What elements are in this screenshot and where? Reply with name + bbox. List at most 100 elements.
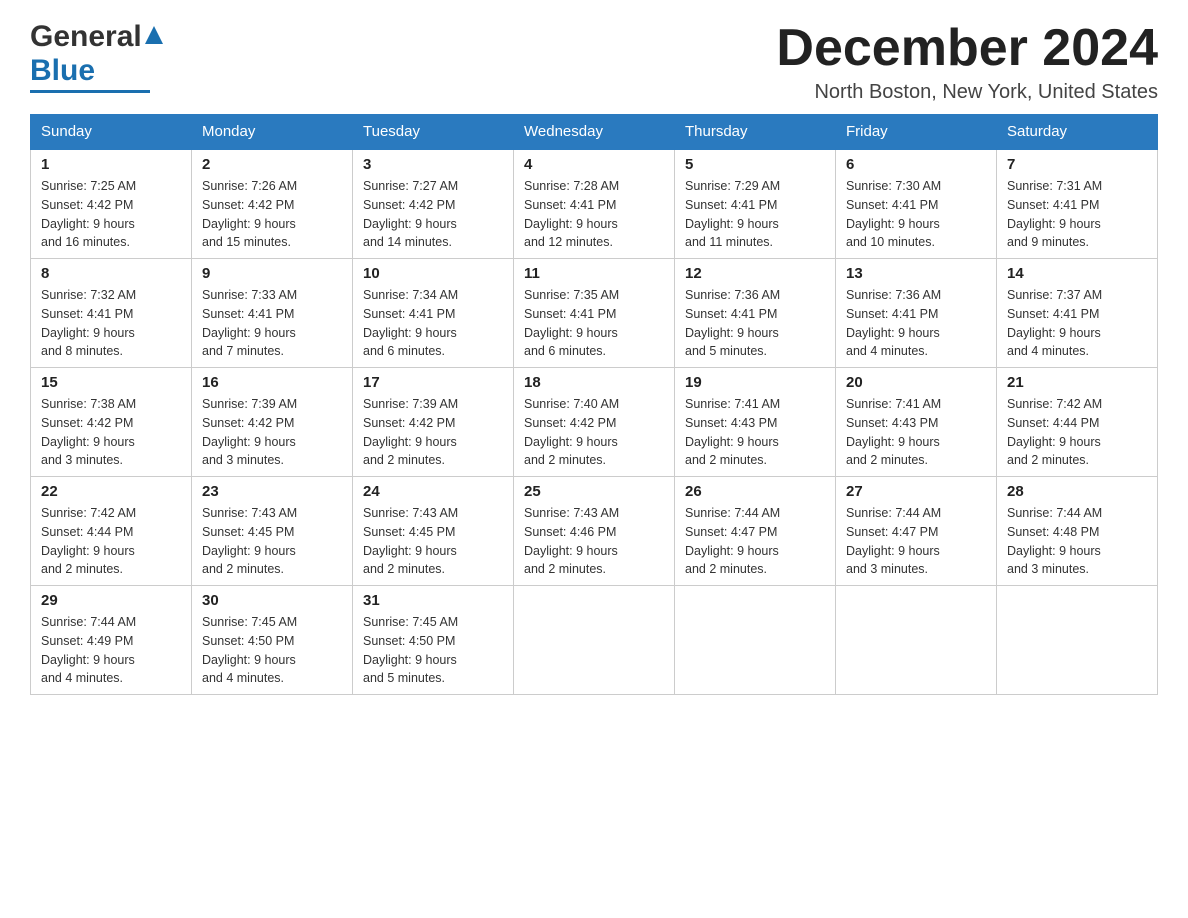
- day-info: Sunrise: 7:39 AMSunset: 4:42 PMDaylight:…: [202, 397, 297, 467]
- day-info: Sunrise: 7:44 AMSunset: 4:48 PMDaylight:…: [1007, 506, 1102, 576]
- calendar-cell: 21 Sunrise: 7:42 AMSunset: 4:44 PMDaylig…: [997, 368, 1158, 477]
- day-number: 14: [1007, 265, 1147, 282]
- calendar-cell: 5 Sunrise: 7:29 AMSunset: 4:41 PMDayligh…: [675, 149, 836, 259]
- calendar-cell: 26 Sunrise: 7:44 AMSunset: 4:47 PMDaylig…: [675, 477, 836, 586]
- day-number: 11: [524, 265, 664, 282]
- day-number: 6: [846, 156, 986, 173]
- calendar-week-5: 29 Sunrise: 7:44 AMSunset: 4:49 PMDaylig…: [31, 586, 1158, 695]
- calendar-cell: 25 Sunrise: 7:43 AMSunset: 4:46 PMDaylig…: [514, 477, 675, 586]
- day-number: 2: [202, 156, 342, 173]
- day-number: 21: [1007, 374, 1147, 391]
- calendar-cell: 28 Sunrise: 7:44 AMSunset: 4:48 PMDaylig…: [997, 477, 1158, 586]
- logo-general-text: General: [30, 20, 142, 54]
- calendar-week-1: 1 Sunrise: 7:25 AMSunset: 4:42 PMDayligh…: [31, 149, 1158, 259]
- day-number: 19: [685, 374, 825, 391]
- day-info: Sunrise: 7:26 AMSunset: 4:42 PMDaylight:…: [202, 179, 297, 249]
- calendar-cell: 13 Sunrise: 7:36 AMSunset: 4:41 PMDaylig…: [836, 259, 997, 368]
- day-number: 12: [685, 265, 825, 282]
- logo: General Blue: [30, 20, 163, 93]
- day-number: 9: [202, 265, 342, 282]
- day-info: Sunrise: 7:32 AMSunset: 4:41 PMDaylight:…: [41, 288, 136, 358]
- day-number: 31: [363, 592, 503, 609]
- header-thursday: Thursday: [675, 115, 836, 150]
- calendar-cell: 10 Sunrise: 7:34 AMSunset: 4:41 PMDaylig…: [353, 259, 514, 368]
- day-info: Sunrise: 7:39 AMSunset: 4:42 PMDaylight:…: [363, 397, 458, 467]
- calendar-cell: 24 Sunrise: 7:43 AMSunset: 4:45 PMDaylig…: [353, 477, 514, 586]
- day-info: Sunrise: 7:38 AMSunset: 4:42 PMDaylight:…: [41, 397, 136, 467]
- day-number: 27: [846, 483, 986, 500]
- day-number: 29: [41, 592, 181, 609]
- calendar-cell: 15 Sunrise: 7:38 AMSunset: 4:42 PMDaylig…: [31, 368, 192, 477]
- calendar-cell: [675, 586, 836, 695]
- day-number: 26: [685, 483, 825, 500]
- title-block: December 2024 North Boston, New York, Un…: [776, 20, 1158, 104]
- day-info: Sunrise: 7:37 AMSunset: 4:41 PMDaylight:…: [1007, 288, 1102, 358]
- page-header: General Blue December 2024 North Boston,…: [30, 20, 1158, 104]
- day-info: Sunrise: 7:41 AMSunset: 4:43 PMDaylight:…: [846, 397, 941, 467]
- day-number: 30: [202, 592, 342, 609]
- day-info: Sunrise: 7:40 AMSunset: 4:42 PMDaylight:…: [524, 397, 619, 467]
- day-number: 23: [202, 483, 342, 500]
- day-info: Sunrise: 7:45 AMSunset: 4:50 PMDaylight:…: [363, 615, 458, 685]
- calendar-cell: 8 Sunrise: 7:32 AMSunset: 4:41 PMDayligh…: [31, 259, 192, 368]
- day-number: 7: [1007, 156, 1147, 173]
- day-info: Sunrise: 7:29 AMSunset: 4:41 PMDaylight:…: [685, 179, 780, 249]
- day-info: Sunrise: 7:28 AMSunset: 4:41 PMDaylight:…: [524, 179, 619, 249]
- day-info: Sunrise: 7:35 AMSunset: 4:41 PMDaylight:…: [524, 288, 619, 358]
- header-monday: Monday: [192, 115, 353, 150]
- day-info: Sunrise: 7:45 AMSunset: 4:50 PMDaylight:…: [202, 615, 297, 685]
- calendar-cell: 12 Sunrise: 7:36 AMSunset: 4:41 PMDaylig…: [675, 259, 836, 368]
- day-number: 3: [363, 156, 503, 173]
- calendar-cell: 11 Sunrise: 7:35 AMSunset: 4:41 PMDaylig…: [514, 259, 675, 368]
- day-info: Sunrise: 7:44 AMSunset: 4:47 PMDaylight:…: [846, 506, 941, 576]
- day-number: 28: [1007, 483, 1147, 500]
- day-number: 22: [41, 483, 181, 500]
- header-sunday: Sunday: [31, 115, 192, 150]
- calendar-cell: 30 Sunrise: 7:45 AMSunset: 4:50 PMDaylig…: [192, 586, 353, 695]
- day-number: 1: [41, 156, 181, 173]
- day-info: Sunrise: 7:30 AMSunset: 4:41 PMDaylight:…: [846, 179, 941, 249]
- day-info: Sunrise: 7:31 AMSunset: 4:41 PMDaylight:…: [1007, 179, 1102, 249]
- calendar-cell: 9 Sunrise: 7:33 AMSunset: 4:41 PMDayligh…: [192, 259, 353, 368]
- day-info: Sunrise: 7:43 AMSunset: 4:45 PMDaylight:…: [363, 506, 458, 576]
- calendar-cell: 16 Sunrise: 7:39 AMSunset: 4:42 PMDaylig…: [192, 368, 353, 477]
- day-info: Sunrise: 7:41 AMSunset: 4:43 PMDaylight:…: [685, 397, 780, 467]
- calendar-cell: 31 Sunrise: 7:45 AMSunset: 4:50 PMDaylig…: [353, 586, 514, 695]
- calendar-cell: 18 Sunrise: 7:40 AMSunset: 4:42 PMDaylig…: [514, 368, 675, 477]
- day-info: Sunrise: 7:43 AMSunset: 4:45 PMDaylight:…: [202, 506, 297, 576]
- calendar-header-row: Sunday Monday Tuesday Wednesday Thursday…: [31, 115, 1158, 150]
- day-number: 15: [41, 374, 181, 391]
- day-info: Sunrise: 7:42 AMSunset: 4:44 PMDaylight:…: [1007, 397, 1102, 467]
- day-number: 17: [363, 374, 503, 391]
- month-title: December 2024: [776, 20, 1158, 77]
- day-number: 8: [41, 265, 181, 282]
- calendar-cell: 7 Sunrise: 7:31 AMSunset: 4:41 PMDayligh…: [997, 149, 1158, 259]
- header-tuesday: Tuesday: [353, 115, 514, 150]
- calendar-cell: 1 Sunrise: 7:25 AMSunset: 4:42 PMDayligh…: [31, 149, 192, 259]
- day-number: 13: [846, 265, 986, 282]
- calendar-week-3: 15 Sunrise: 7:38 AMSunset: 4:42 PMDaylig…: [31, 368, 1158, 477]
- logo-underline: [30, 90, 150, 93]
- calendar-cell: [836, 586, 997, 695]
- header-friday: Friday: [836, 115, 997, 150]
- calendar-cell: 19 Sunrise: 7:41 AMSunset: 4:43 PMDaylig…: [675, 368, 836, 477]
- day-info: Sunrise: 7:33 AMSunset: 4:41 PMDaylight:…: [202, 288, 297, 358]
- day-info: Sunrise: 7:36 AMSunset: 4:41 PMDaylight:…: [685, 288, 780, 358]
- location-subtitle: North Boston, New York, United States: [776, 81, 1158, 104]
- day-info: Sunrise: 7:44 AMSunset: 4:49 PMDaylight:…: [41, 615, 136, 685]
- calendar-cell: 2 Sunrise: 7:26 AMSunset: 4:42 PMDayligh…: [192, 149, 353, 259]
- day-info: Sunrise: 7:25 AMSunset: 4:42 PMDaylight:…: [41, 179, 136, 249]
- day-info: Sunrise: 7:42 AMSunset: 4:44 PMDaylight:…: [41, 506, 136, 576]
- logo-triangle-icon: [145, 26, 163, 44]
- calendar-cell: 6 Sunrise: 7:30 AMSunset: 4:41 PMDayligh…: [836, 149, 997, 259]
- day-number: 16: [202, 374, 342, 391]
- header-wednesday: Wednesday: [514, 115, 675, 150]
- calendar-cell: 27 Sunrise: 7:44 AMSunset: 4:47 PMDaylig…: [836, 477, 997, 586]
- calendar-table: Sunday Monday Tuesday Wednesday Thursday…: [30, 114, 1158, 695]
- calendar-cell: [514, 586, 675, 695]
- calendar-cell: 3 Sunrise: 7:27 AMSunset: 4:42 PMDayligh…: [353, 149, 514, 259]
- calendar-cell: 17 Sunrise: 7:39 AMSunset: 4:42 PMDaylig…: [353, 368, 514, 477]
- day-info: Sunrise: 7:44 AMSunset: 4:47 PMDaylight:…: [685, 506, 780, 576]
- day-number: 20: [846, 374, 986, 391]
- day-info: Sunrise: 7:36 AMSunset: 4:41 PMDaylight:…: [846, 288, 941, 358]
